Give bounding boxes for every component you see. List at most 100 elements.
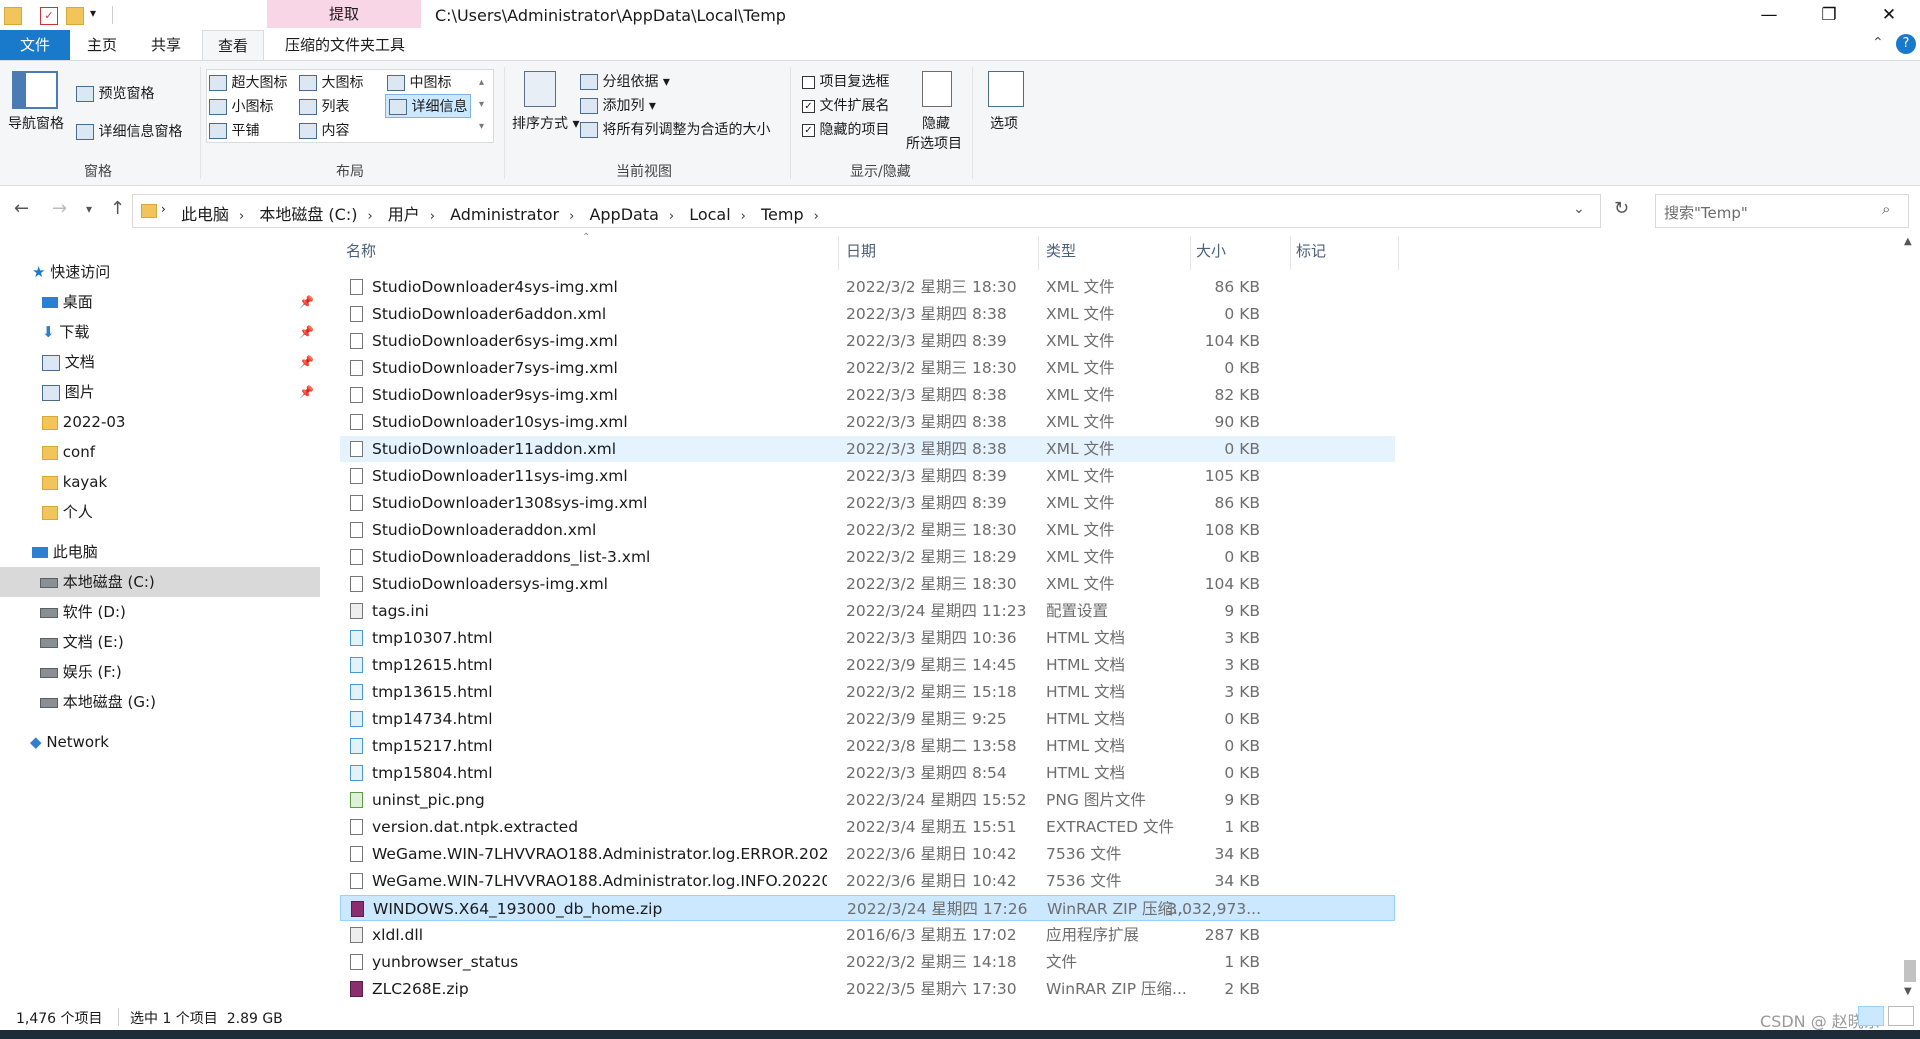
fit-columns-button[interactable]: 将所有列调整为合适的大小 [580, 119, 770, 139]
large-icons-view-icon[interactable] [1888, 1006, 1914, 1026]
new-folder-icon[interactable] [66, 7, 84, 25]
search-input[interactable]: 搜索"Temp" ⌕ [1655, 194, 1909, 228]
table-row[interactable]: version.dat.ntpk.extracted 2022/3/4 星期五 1… [340, 814, 1395, 840]
hidden-items-toggle[interactable]: ✓ 隐藏的项目 [802, 119, 889, 139]
tab-file[interactable]: 文件 [0, 30, 70, 60]
help-icon[interactable]: ? [1896, 34, 1916, 54]
table-row[interactable]: yunbrowser_status 2022/3/2 星期三 14:18 文件 1 K… [340, 949, 1395, 975]
nav-item-folder[interactable]: 个人 [0, 497, 320, 527]
breadcrumb-item[interactable]: 本地磁盘 (C:) [259, 205, 357, 224]
tiles-option[interactable]: 平铺 [209, 120, 259, 140]
table-row[interactable]: tmp13615.html 2022/3/2 星期三 15:18 HTML 文档 3 … [340, 679, 1395, 705]
pin-icon[interactable]: 📌 [299, 347, 314, 377]
vertical-scrollbar[interactable]: ▲ ▼ [1900, 232, 1920, 1007]
list-option[interactable]: 列表 [299, 96, 349, 116]
restore-button[interactable]: ❐ [1800, 0, 1858, 30]
nav-drive-f[interactable]: 娱乐 (F:) [0, 657, 320, 687]
table-row[interactable]: WINDOWS.X64_193000_db_home.zip 2022/3/24 … [340, 895, 1395, 921]
table-row[interactable]: StudioDownloader6sys-img.xml 2022/3/3 星期四… [340, 328, 1395, 354]
nav-item-documents[interactable]: 文档 📌 [0, 347, 320, 377]
up-arrow-icon[interactable]: ↑ [110, 198, 125, 219]
breadcrumb-item[interactable]: 此电脑 [181, 205, 229, 224]
scroll-thumb[interactable] [1904, 960, 1916, 982]
table-row[interactable]: WeGame.WIN-7LHVVRAO188.Administrator.log… [340, 841, 1395, 867]
add-columns-button[interactable]: 添加列 ▾ [580, 95, 656, 115]
breadcrumb-item[interactable]: Local [689, 205, 730, 224]
item-checkboxes-toggle[interactable]: 项目复选框 [802, 71, 889, 91]
breadcrumb-item[interactable]: 用户 [388, 205, 420, 224]
file-extensions-toggle[interactable]: ✓ 文件扩展名 [802, 95, 889, 115]
tab-view[interactable]: 查看 [202, 30, 264, 60]
navigation-pane-icon[interactable] [12, 71, 58, 109]
properties-icon[interactable]: ✓ [40, 7, 58, 25]
nav-drive-d[interactable]: 软件 (D:) [0, 597, 320, 627]
nav-drive-c[interactable]: 本地磁盘 (C:) [0, 567, 320, 597]
xl-icons-option[interactable]: 超大图标 [209, 72, 287, 92]
details-view-icon[interactable] [1858, 1006, 1884, 1026]
table-row[interactable]: tmp15217.html 2022/3/8 星期二 13:58 HTML 文档 0 … [340, 733, 1395, 759]
customize-toolbar-icon[interactable]: ▾ [90, 6, 96, 20]
table-row[interactable]: StudioDownloadersys-img.xml 2022/3/2 星期三 … [340, 571, 1395, 597]
table-row[interactable]: tmp12615.html 2022/3/9 星期三 14:45 HTML 文档 3 … [340, 652, 1395, 678]
table-row[interactable]: tmp10307.html 2022/3/3 星期四 10:36 HTML 文档 3 … [340, 625, 1395, 651]
table-row[interactable]: StudioDownloader6addon.xml 2022/3/3 星期四 8… [340, 301, 1395, 327]
nav-drive-g[interactable]: 本地磁盘 (G:) [0, 687, 320, 717]
nav-item-pictures[interactable]: 图片 📌 [0, 377, 320, 407]
options-icon[interactable] [988, 71, 1024, 107]
refresh-icon[interactable]: ↻ [1614, 198, 1629, 219]
table-row[interactable]: StudioDownloader10sys-img.xml 2022/3/3 星期… [340, 409, 1395, 435]
hide-selected-label-2[interactable]: 所选项目 [906, 133, 962, 153]
column-header-date[interactable]: 日期 [846, 240, 876, 261]
table-row[interactable]: StudioDownloader1308sys-img.xml 2022/3/3 … [340, 490, 1395, 516]
tab-home[interactable]: 主页 [76, 30, 128, 60]
table-row[interactable]: WeGame.WIN-7LHVVRAO188.Administrator.log… [340, 868, 1395, 894]
small-icons-option[interactable]: 小图标 [209, 96, 273, 116]
gallery-scroll-icon[interactable]: ▴ ▾ ▾ [479, 72, 484, 138]
column-header-size[interactable]: 大小 [1196, 240, 1226, 261]
address-dropdown-icon[interactable]: ⌄ [1573, 201, 1585, 217]
recent-locations-icon[interactable]: ▾ [86, 202, 92, 216]
content-option[interactable]: 内容 [299, 120, 349, 140]
table-row[interactable]: StudioDownloader11sys-img.xml 2022/3/3 星期… [340, 463, 1395, 489]
table-row[interactable]: xldl.dll 2016/6/3 星期五 17:02 应用程序扩展 287 KB [340, 922, 1395, 948]
table-row[interactable]: tmp15804.html 2022/3/3 星期四 8:54 HTML 文档 0 K… [340, 760, 1395, 786]
breadcrumb-item[interactable]: Administrator [450, 205, 559, 224]
scroll-up-icon[interactable]: ▲ [1904, 236, 1912, 247]
table-row[interactable]: StudioDownloader4sys-img.xml 2022/3/2 星期三… [340, 274, 1395, 300]
nav-item-folder[interactable]: 2022-03 [0, 407, 320, 437]
minimize-button[interactable]: — [1740, 0, 1798, 30]
navigation-pane-button[interactable]: 导航窗格 [8, 113, 64, 133]
sort-by-button[interactable]: 排序方式 ▾ [512, 113, 579, 133]
table-row[interactable]: ZLC268E.zip 2022/3/5 星期六 17:30 WinRAR ZIP … [340, 976, 1395, 1002]
medium-icons-option[interactable]: 中图标 [387, 72, 451, 92]
pin-icon[interactable]: 📌 [299, 377, 314, 407]
group-by-button[interactable]: 分组依据 ▾ [580, 71, 670, 91]
tab-compressed-tools[interactable]: 压缩的文件夹工具 [270, 30, 420, 60]
table-row[interactable]: StudioDownloader7sys-img.xml 2022/3/2 星期三… [340, 355, 1395, 381]
nav-item-desktop[interactable]: 桌面 📌 [0, 287, 320, 317]
hide-selected-label[interactable]: 隐藏 [922, 113, 950, 133]
column-header-type[interactable]: 类型 [1046, 240, 1076, 261]
details-option[interactable]: 详细信息 [385, 94, 472, 118]
column-header-name[interactable]: 名称 [346, 240, 376, 261]
nav-this-pc[interactable]: 此电脑 [0, 537, 320, 567]
nav-item-folder[interactable]: kayak [0, 467, 320, 497]
collapse-ribbon-icon[interactable]: ⌃ [1872, 35, 1884, 51]
nav-item-folder[interactable]: conf [0, 437, 320, 467]
nav-network[interactable]: ◆ Network [0, 727, 320, 757]
breadcrumb-item[interactable]: Temp [761, 205, 804, 224]
table-row[interactable]: tags.ini 2022/3/24 星期四 11:23 配置设置 9 KB [340, 598, 1395, 624]
nav-drive-e[interactable]: 文档 (E:) [0, 627, 320, 657]
table-row[interactable]: StudioDownloaderaddons_list-3.xml 2022/3/… [340, 544, 1395, 570]
search-icon[interactable]: ⌕ [1882, 200, 1890, 218]
pin-icon[interactable]: 📌 [299, 317, 314, 347]
column-header-tags[interactable]: 标记 [1296, 240, 1326, 261]
nav-quick-access[interactable]: ★ 快速访问 [0, 257, 320, 287]
nav-item-downloads[interactable]: ⬇ 下载 📌 [0, 317, 320, 347]
back-arrow-icon[interactable]: ← [14, 198, 29, 219]
tab-share[interactable]: 共享 [140, 30, 192, 60]
table-row[interactable]: StudioDownloader9sys-img.xml 2022/3/3 星期四… [340, 382, 1395, 408]
options-button[interactable]: 选项 [990, 113, 1018, 133]
details-pane-button[interactable]: 详细信息窗格 [76, 121, 182, 141]
scroll-down-icon[interactable]: ▼ [1904, 986, 1912, 997]
